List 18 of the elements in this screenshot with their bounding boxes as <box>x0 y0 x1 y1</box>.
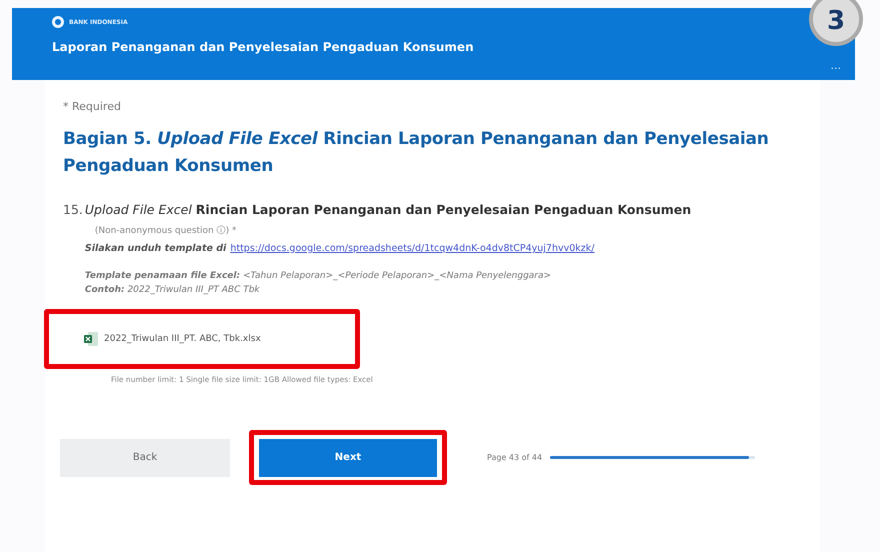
naming-rule: Template penamaan file Excel: <Tahun Pelaporan>_<Periode Pelaporan>_<Nama Penyelenggara> <box>84 271 552 281</box>
example-text: Contoh: 2022_Triwulan III_PT ABC Tbk <box>84 285 261 295</box>
anonymity-note: (Non-anonymous question ⓘ) * <box>94 224 238 237</box>
more-menu[interactable]: ... <box>830 59 841 72</box>
section-title: Bagian 5. Upload File Excel Rincian Laporan Penanganan dan Penyelesaian Pengaduan Konsumen <box>63 128 770 178</box>
file-name[interactable]: 2022_Triwulan III_PT. ABC, Tbk.xlsx <box>104 334 261 344</box>
next-button[interactable]: Next <box>259 438 437 476</box>
question-title: Upload File Excel Rincian Laporan Penanganan dan Penyelesaian Pengaduan Konsumen <box>84 202 692 217</box>
step-badge: 3 <box>809 0 863 46</box>
logo-icon <box>52 16 64 28</box>
back-button[interactable]: Back <box>60 438 230 476</box>
form-title: Laporan Penanganan dan Penyelesaian Pengaduan Konsumen <box>52 40 475 54</box>
page-indicator: Page 43 of 44 <box>487 453 542 462</box>
required-note: * Required <box>63 100 122 113</box>
download-prompt: Silakan unduh template di <box>84 243 226 254</box>
question-number: 15. <box>63 202 83 219</box>
spreadsheet-icon <box>84 331 98 347</box>
template-link[interactable]: https://docs.google.com/spreadsheets/d/1tcqw4dnK-o4dv8tCP4yuj7hvv0kzk/ <box>230 243 594 254</box>
